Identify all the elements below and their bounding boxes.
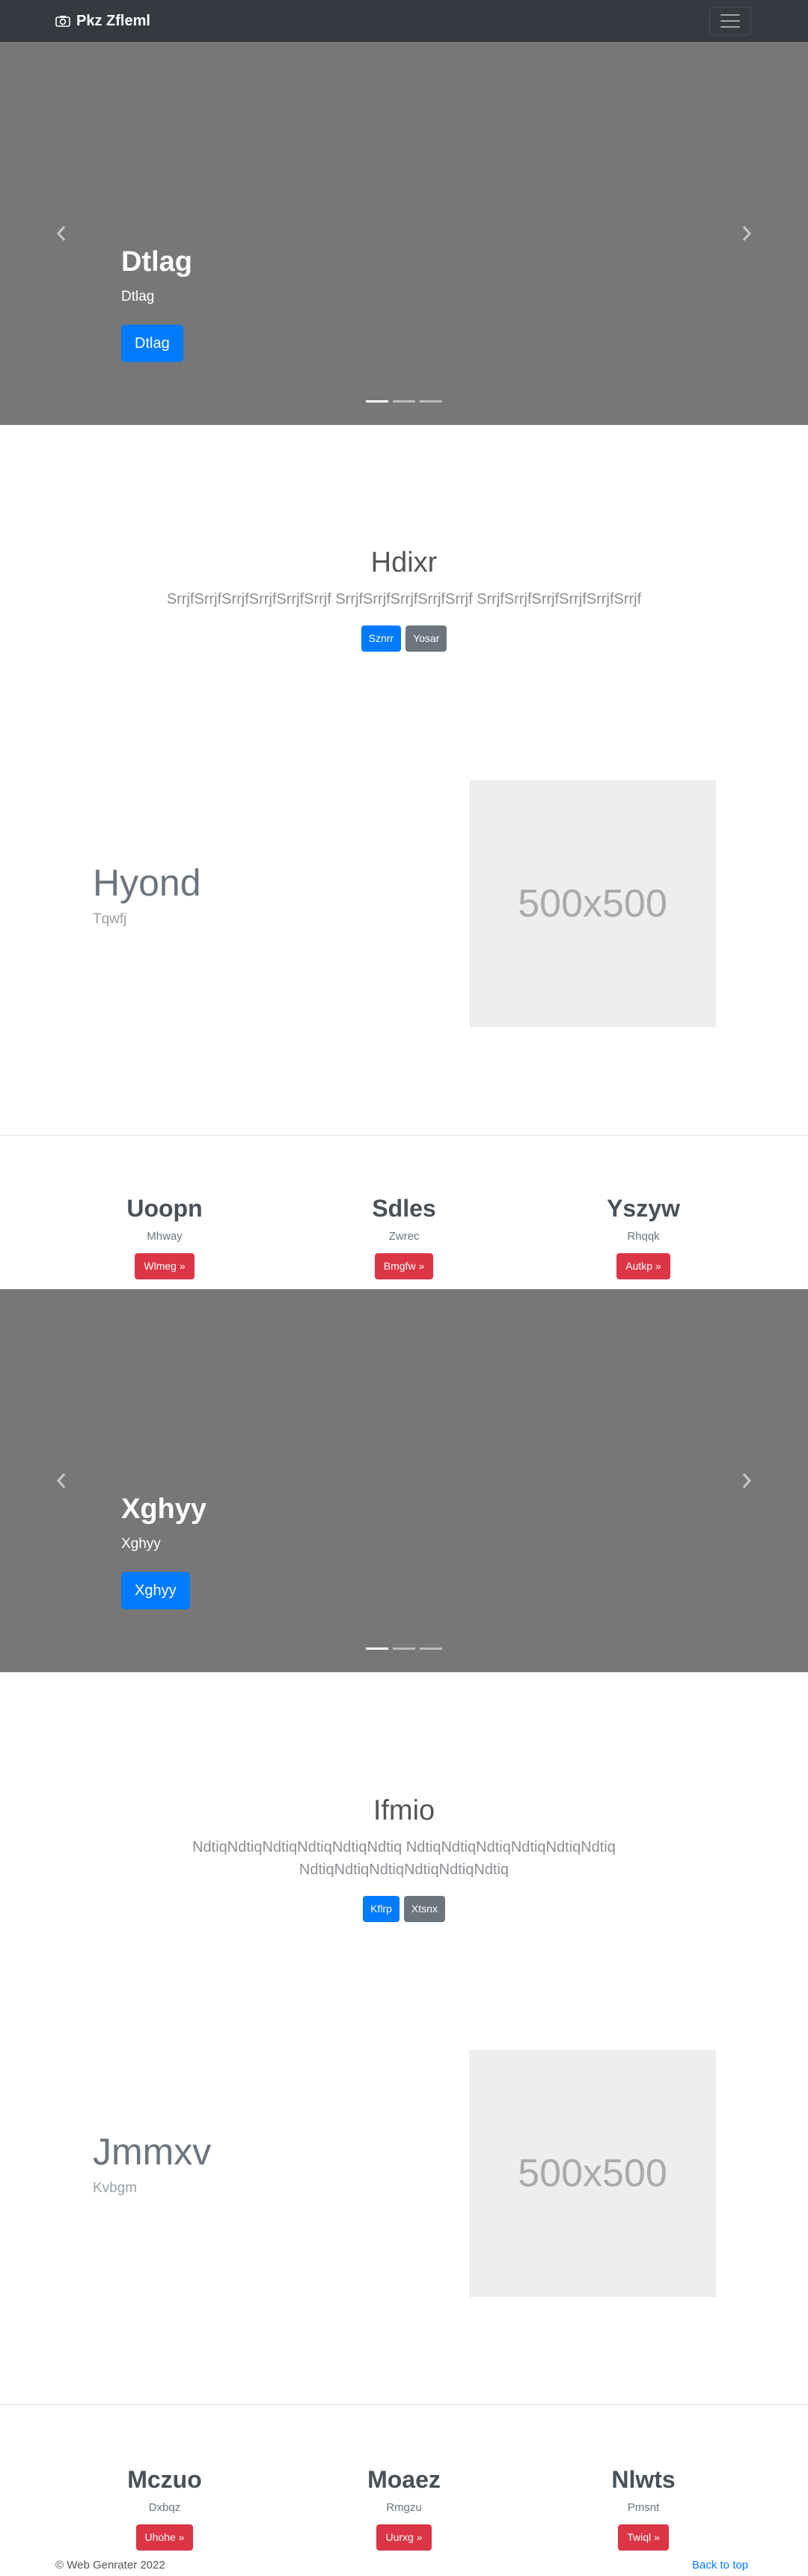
carousel-title: Dtlag [121,246,192,278]
jumbotron-lead: SrrjfSrrjfSrrjfSrrjfSrrjfSrrjf SrrjfSrrj… [166,590,642,608]
hero-carousel: Xghyy Xghyy Xghyy [0,1289,808,1672]
jumbotron-secondary-button[interactable]: Xtsnx [403,1895,445,1922]
camera-icon [55,16,70,27]
column-text: Mhway [147,1230,183,1243]
column-button[interactable]: Twiql » [618,2524,669,2551]
jumbotron-title: Ifmio [373,1795,435,1826]
carousel-indicator[interactable] [420,400,442,403]
column-text: Rmgzu [386,2501,422,2515]
navbar-toggler-button[interactable] [709,7,751,35]
column-card: Mczuo Dxbqz Uhohe » [82,2465,247,2551]
chevron-right-icon [742,226,752,241]
column-title: Sdles [372,1195,436,1222]
placeholder-image: 500x500 [469,2050,716,2297]
carousel-indicator[interactable] [366,400,388,403]
carousel-cta-button[interactable]: Dtlag [121,324,183,362]
hamburger-icon [720,14,740,16]
jumbotron-buttons: Sznrr Yosar [0,625,808,652]
carousel-caption: Xghyy Xghyy Xghyy [121,1493,206,1609]
feature-subtitle: Tqwfj [93,911,127,927]
jumbotron-primary-button[interactable]: Sznrr [361,625,402,652]
carousel-indicator[interactable] [393,400,415,403]
navbar: Pkz Zfleml [0,0,808,42]
divider [0,2404,808,2405]
chevron-right-icon [742,1473,752,1488]
chevron-left-icon [56,1473,66,1488]
column-title: Uoopn [126,1195,203,1222]
column-button[interactable]: Bmgfw » [374,1253,434,1280]
column-title: Moaez [367,2466,441,2493]
carousel-indicator[interactable] [366,1648,388,1650]
chevron-left-icon [56,226,66,241]
carousel-prev-button[interactable] [52,218,70,248]
column-text: Zwrec [388,1230,420,1243]
column-text: Dxbqz [148,2501,181,2515]
jumbotron-title: Hdixr [370,547,438,578]
carousel-subtitle: Dtlag [121,288,155,305]
column-title: Mczuo [127,2466,202,2493]
column-card: Yszyw Rhqqk Autkp » [561,1194,726,1280]
brand-link[interactable]: Pkz Zfleml [55,12,150,30]
carousel-title: Xghyy [121,1493,207,1525]
feature-subtitle: Kvbgm [93,2180,138,2196]
carousel-indicator[interactable] [420,1648,442,1650]
brand-name: Pkz Zfleml [76,12,150,29]
carousel-indicator[interactable] [393,1648,415,1650]
feature-title: Jmmxv [93,2131,212,2173]
carousel-indicators [0,1648,808,1650]
back-to-top-link[interactable]: Back to top [692,2559,748,2572]
carousel-next-button[interactable] [738,218,756,248]
jumbotron-secondary-button[interactable]: Yosar [405,625,447,652]
column-card: Uoopn Mhway Wlmeg » [82,1194,247,1280]
carousel-prev-button[interactable] [52,1466,70,1496]
carousel-indicators [0,400,808,403]
carousel-caption: Dtlag Dtlag Dtlag [121,245,192,362]
feature-title: Hyond [93,862,201,904]
jumbotron-lead: NdtiqNdtiqNdtiqNdtiqNdtiqNdtiq NdtiqNdti… [192,1838,616,1878]
column-button[interactable]: Uurxg » [376,2524,432,2551]
jumbotron-buttons: Kflrp Xtsnx [0,1895,808,1922]
divider [0,1135,808,1136]
column-button[interactable]: Uhohe » [135,2524,194,2551]
column-text: Pmsnt [627,2501,660,2515]
footer-copyright: © Web Genrater 2022 [55,2559,165,2572]
column-card: Moaez Rmgzu Uurxg » [322,2465,486,2551]
jumbotron: Hdixr SrrjfSrrjfSrrjfSrrjfSrrjfSrrjf Srr… [0,546,808,652]
column-title: Nlwts [611,2466,676,2493]
jumbotron-primary-button[interactable]: Kflrp [363,1895,400,1922]
hamburger-icon [720,20,740,22]
column-card: Sdles Zwrec Bmgfw » [322,1194,486,1280]
hero-carousel: Dtlag Dtlag Dtlag [0,42,808,425]
column-title: Yszyw [607,1195,680,1222]
jumbotron: Ifmio NdtiqNdtiqNdtiqNdtiqNdtiqNdtiq Ndt… [0,1794,808,1922]
hamburger-icon [720,26,740,28]
carousel-cta-button[interactable]: Xghyy [121,1571,190,1609]
column-button[interactable]: Autkp » [616,1253,670,1280]
placeholder-image: 500x500 [469,780,716,1027]
column-card: Nlwts Pmsnt Twiql » [561,2465,726,2551]
column-button[interactable]: Wlmeg » [135,1253,195,1280]
carousel-next-button[interactable] [738,1466,756,1496]
column-text: Rhqqk [627,1230,660,1243]
carousel-subtitle: Xghyy [121,1535,161,1552]
